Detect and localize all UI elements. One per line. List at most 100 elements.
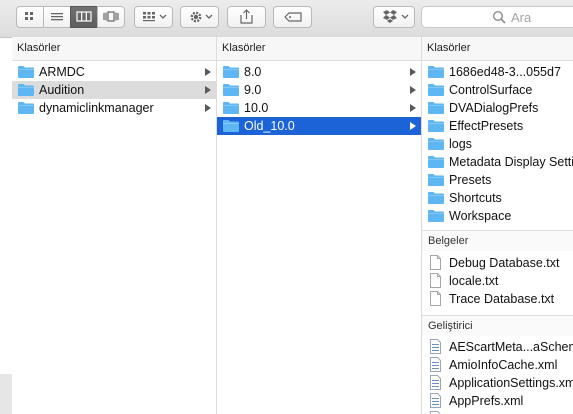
- folder-row-old-10-0[interactable]: Old_10.0: [217, 117, 421, 135]
- share-icon: [240, 9, 253, 24]
- folder-label: Metadata Display Setti: [449, 155, 573, 169]
- share-button[interactable]: [227, 6, 266, 28]
- folder-row[interactable]: Metadata Display Setti: [422, 153, 573, 171]
- search-placeholder: Ara: [511, 10, 532, 25]
- action-button[interactable]: [180, 6, 219, 28]
- column-header: Klasörler: [12, 37, 216, 61]
- folder-row-dynamiclinkmanager[interactable]: dynamiclinkmanager: [12, 99, 216, 117]
- folder-label: ARMDC: [39, 65, 85, 79]
- xml-document-icon: [430, 375, 441, 390]
- folder-row[interactable]: EffectPresets: [422, 117, 573, 135]
- coverflow-view-button[interactable]: [97, 6, 125, 28]
- gear-icon: [190, 11, 213, 23]
- text-document-icon: [430, 273, 441, 288]
- column-header: Klasörler: [217, 37, 421, 61]
- folder-row-10-0[interactable]: 10.0: [217, 99, 421, 117]
- folder-icon: [428, 138, 444, 150]
- section-header-developer: Geliştirici: [422, 315, 573, 336]
- folder-label: dynamiclinkmanager: [39, 101, 154, 115]
- folder-label: DVADialogPrefs: [449, 101, 539, 115]
- tag-icon: [284, 12, 302, 22]
- folder-label: EffectPresets: [449, 119, 524, 133]
- xml-document-icon: [430, 393, 441, 408]
- folder-icon: [428, 210, 444, 222]
- section-header-documents: Belgeler: [422, 230, 573, 251]
- browser-column-2[interactable]: Klasörler 8.0 9.0 10.0 Old_10.0: [217, 37, 422, 414]
- folder-icon: [428, 102, 444, 114]
- browser-column-1[interactable]: Klasörler ARMDC Audition dynamiclinkmana…: [12, 37, 217, 414]
- file-row[interactable]: Trace Database.txt: [422, 290, 573, 308]
- file-label: Debug Database.txt: [449, 256, 560, 270]
- file-row[interactable]: locale.txt: [422, 272, 573, 290]
- folder-label: logs: [449, 137, 472, 151]
- column-view-icon: [76, 11, 92, 22]
- search-field[interactable]: Ara: [421, 6, 573, 28]
- folder-icon: [18, 102, 34, 114]
- folder-row[interactable]: DVADialogPrefs: [422, 99, 573, 117]
- file-row[interactable]: AppPrefs.xml: [422, 392, 573, 410]
- coverflow-view-icon: [103, 11, 119, 22]
- folder-row[interactable]: Workspace: [422, 207, 573, 225]
- folder-icon: [428, 192, 444, 204]
- folder-row[interactable]: 1686ed48-3...055d7: [422, 63, 573, 81]
- dropbox-button[interactable]: [373, 6, 415, 28]
- finder-toolbar: Ara: [0, 0, 573, 38]
- folder-label: 10.0: [244, 101, 269, 115]
- folder-icon: [428, 66, 444, 78]
- folder-row[interactable]: Shortcuts: [422, 189, 573, 207]
- file-row[interactable]: AmioInfoCache.xml: [422, 356, 573, 374]
- column-header: Klasörler: [422, 37, 573, 61]
- folder-icon: [223, 102, 239, 114]
- folder-label: Audition: [39, 83, 85, 97]
- xml-document-icon: [430, 339, 441, 354]
- folder-label: Presets: [449, 173, 492, 187]
- disclosure-arrow-icon: [205, 68, 211, 76]
- disclosure-arrow-icon: [205, 104, 211, 112]
- folder-row[interactable]: ControlSurface: [422, 81, 573, 99]
- folder-label: Shortcuts: [449, 191, 502, 205]
- file-row[interactable]: Debug Database.txt: [422, 254, 573, 272]
- icon-view-button[interactable]: [16, 6, 44, 28]
- folder-icon: [428, 174, 444, 186]
- disclosure-arrow-icon: [205, 86, 211, 94]
- folder-row[interactable]: logs: [422, 135, 573, 153]
- list-view-button[interactable]: [43, 6, 71, 28]
- browser-column-3[interactable]: Klasörler 1686ed48-3...055d7 ControlSurf…: [422, 37, 573, 414]
- file-label: Trace Database.txt: [449, 292, 555, 306]
- dropbox-icon: [383, 10, 409, 23]
- file-row[interactable]: AEScartMeta...aSchem: [422, 338, 573, 356]
- folder-icon: [18, 84, 34, 96]
- folder-row-audition[interactable]: Audition: [12, 81, 216, 99]
- file-label: AppPrefs.xml: [449, 394, 524, 408]
- file-label: ApplicationSettings.xm: [449, 376, 573, 390]
- file-label: locale.txt: [449, 274, 499, 288]
- column-view-button[interactable]: [70, 6, 98, 28]
- folder-label: 1686ed48-3...055d7: [449, 65, 561, 79]
- text-document-icon: [430, 255, 441, 270]
- xml-document-icon: [430, 357, 441, 372]
- folder-label: ControlSurface: [449, 83, 533, 97]
- arrange-button[interactable]: [134, 6, 173, 28]
- folder-icon: [18, 66, 34, 78]
- folder-label: Old_10.0: [244, 119, 295, 133]
- tag-button[interactable]: [273, 6, 312, 28]
- file-row-partial[interactable]: [422, 410, 573, 414]
- folder-row-9-0[interactable]: 9.0: [217, 81, 421, 99]
- file-label: AEScartMeta...aSchem: [449, 340, 573, 354]
- sidebar-edge: [0, 374, 12, 414]
- folder-label: 8.0: [244, 65, 262, 79]
- folder-label: Workspace: [449, 209, 512, 223]
- folder-icon: [428, 120, 444, 132]
- folder-row-armdc[interactable]: ARMDC: [12, 63, 216, 81]
- folder-icon: [223, 120, 239, 132]
- folder-label: 9.0: [244, 83, 262, 97]
- file-label: AmioInfoCache.xml: [449, 358, 558, 372]
- arrange-icon: [143, 12, 167, 22]
- list-view-icon: [51, 13, 63, 21]
- search-icon: [492, 10, 506, 24]
- file-row[interactable]: ApplicationSettings.xm: [422, 374, 573, 392]
- folder-row-8-0[interactable]: 8.0: [217, 63, 421, 81]
- folder-row[interactable]: Presets: [422, 171, 573, 189]
- folder-icon: [223, 84, 239, 96]
- disclosure-arrow-icon: [410, 86, 416, 94]
